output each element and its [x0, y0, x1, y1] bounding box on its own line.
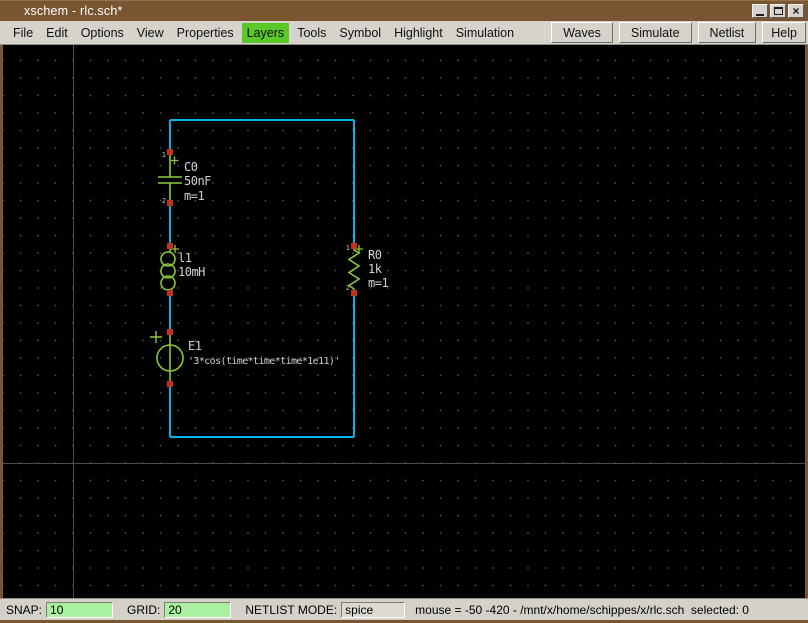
menu-edit[interactable]: Edit [41, 23, 73, 43]
c0-ref-label[interactable]: C0 [184, 161, 197, 174]
c0-pin1-number: 1 [162, 151, 166, 159]
l1-ref-label[interactable]: l1 [178, 252, 191, 265]
menu-file[interactable]: File [8, 23, 38, 43]
r0-pin2-number: 2 [346, 284, 350, 292]
close-icon: × [792, 6, 799, 16]
r0-pin-1 [351, 243, 357, 249]
menubar-buttons: Waves Simulate Netlist Help [545, 22, 806, 43]
source-e1-symbol[interactable] [150, 331, 183, 383]
help-button[interactable]: Help [762, 22, 806, 43]
e1-value-label[interactable]: '3*cos(time*time*time*1e11)' [188, 355, 340, 368]
simulate-button[interactable]: Simulate [619, 22, 692, 43]
r0-value-label[interactable]: 1k [368, 263, 381, 276]
menu-options[interactable]: Options [76, 23, 129, 43]
menu-simulation[interactable]: Simulation [451, 23, 519, 43]
r0-ref-label[interactable]: R0 [368, 249, 381, 262]
netlist-mode-input[interactable] [341, 602, 405, 618]
titlebar[interactable]: xschem - rlc.sch* × [0, 0, 808, 21]
r0-param-label[interactable]: m=1 [368, 277, 388, 290]
l1-pin-2 [167, 290, 173, 296]
e1-ref-label[interactable]: E1 [188, 340, 201, 353]
menu-properties[interactable]: Properties [172, 23, 239, 43]
menu-symbol[interactable]: Symbol [334, 23, 386, 43]
e1-pin-2 [167, 381, 173, 387]
capacitor-c0-symbol[interactable] [158, 153, 182, 201]
c0-pin2-number: 2 [162, 197, 166, 205]
e1-plus-mark [150, 331, 162, 343]
r0-pin-2 [351, 290, 357, 296]
statusbar: SNAP: GRID: NETLIST MODE: mouse = -50 -4… [0, 598, 808, 620]
schematic-canvas[interactable]: 1 2 1 2 C0 50nF m=1 l1 10mH E1 '3*cos(ti… [3, 45, 805, 598]
netlist-mode-label: NETLIST MODE: [245, 603, 337, 617]
netlist-button[interactable]: Netlist [698, 22, 757, 43]
c0-param-label[interactable]: m=1 [184, 190, 204, 203]
snap-label: SNAP: [6, 603, 42, 617]
l1-value-label[interactable]: 10mH [178, 266, 205, 279]
maximize-button[interactable] [770, 4, 786, 18]
window-controls: × [752, 4, 808, 18]
menu-tools[interactable]: Tools [292, 23, 331, 43]
resistor-r0-symbol[interactable] [349, 245, 363, 293]
r0-zigzag [349, 247, 359, 293]
inductor-l1-symbol[interactable] [161, 245, 179, 293]
grid-label: GRID: [127, 603, 160, 617]
window-title: xschem - rlc.sch* [0, 4, 123, 18]
c0-pin-2 [167, 200, 173, 206]
waves-button[interactable]: Waves [551, 22, 613, 43]
menubar: File Edit Options View Properties Layers… [0, 21, 808, 45]
circuit-drawing: 1 2 1 2 [3, 45, 805, 598]
c0-value-label[interactable]: 50nF [184, 175, 211, 188]
menu-view[interactable]: View [132, 23, 169, 43]
e1-pin-1 [167, 329, 173, 335]
xschem-window: xschem - rlc.sch* × File Edit Options Vi… [0, 0, 808, 623]
c0-pin-1 [167, 149, 173, 155]
l1-pin-1 [167, 243, 173, 249]
snap-input[interactable] [46, 602, 113, 618]
menu-layers[interactable]: Layers [242, 23, 290, 43]
r0-pin1-number: 1 [346, 244, 350, 252]
grid-input[interactable] [164, 602, 231, 618]
maximize-icon [774, 7, 783, 15]
c0-plus-mark [171, 157, 179, 165]
minimize-button[interactable] [752, 4, 768, 18]
close-button[interactable]: × [788, 4, 804, 18]
mouse-status-text: mouse = -50 -420 - /mnt/x/home/schippes/… [415, 603, 749, 617]
minimize-icon [756, 14, 764, 16]
menu-highlight[interactable]: Highlight [389, 23, 448, 43]
